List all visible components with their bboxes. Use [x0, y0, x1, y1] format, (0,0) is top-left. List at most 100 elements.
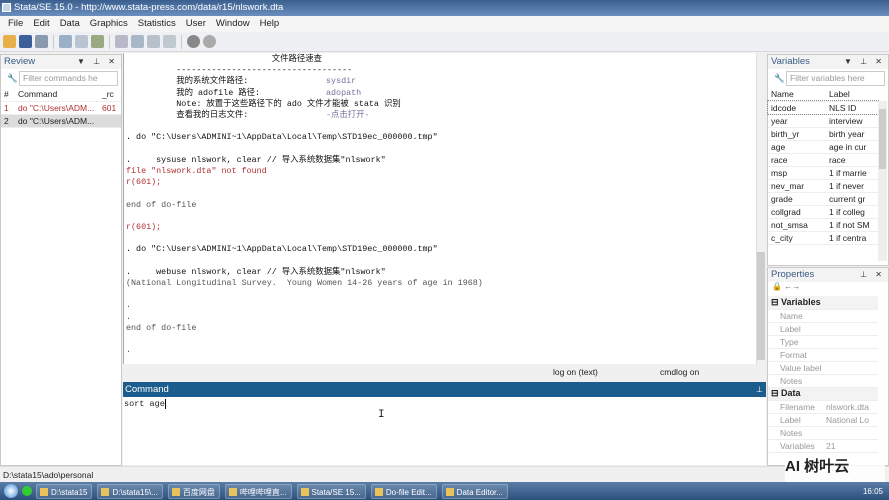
taskbar-item[interactable]: 哔哩哔哩直... — [224, 483, 292, 499]
data-browser-icon[interactable] — [147, 35, 160, 48]
variables-table: Name Label idcode NLS ID year interview birth… — [767, 88, 879, 245]
property-value — [823, 361, 878, 375]
menu-data[interactable]: Data — [55, 16, 85, 32]
col-num[interactable]: # — [1, 88, 15, 102]
link-value[interactable]: adopath — [326, 88, 361, 99]
row-command: do "C:\Users\ADM... — [15, 101, 99, 115]
variables-scrollbar[interactable] — [878, 101, 887, 261]
panel-controls[interactable]: ⊥ ✕ — [860, 268, 885, 282]
variables-panel: Variables ▼ ⊥ ✕ 🔧 Filter variables here Na… — [767, 54, 889, 266]
variable-row[interactable]: nev_mar 1 if never — [768, 179, 878, 193]
open-icon[interactable] — [3, 35, 16, 48]
variable-row[interactable]: collgrad 1 if colleg — [768, 205, 878, 219]
print-icon[interactable] — [35, 35, 48, 48]
forward-icon[interactable]: → — [792, 282, 800, 291]
menu-help[interactable]: Help — [255, 16, 285, 32]
col-label[interactable]: Label — [826, 88, 878, 102]
variables-filter-input[interactable]: 🔧 Filter variables here — [774, 71, 885, 86]
variable-name: birth_yr — [768, 127, 826, 141]
property-row[interactable]: Value label — [768, 361, 878, 375]
link-value[interactable]: -点击打开- — [326, 110, 370, 121]
wrench-icon[interactable]: 🔧 — [7, 72, 18, 85]
cmdlog-status[interactable]: cmdlog on — [660, 367, 699, 377]
lock-icon[interactable]: 🔒 — [772, 282, 782, 291]
property-row[interactable]: Name — [768, 309, 878, 323]
browser-icon[interactable] — [22, 486, 32, 496]
viewer-icon[interactable] — [75, 35, 88, 48]
panel-controls[interactable]: ▼ ⊥ ✕ — [77, 55, 118, 69]
property-row[interactable]: Type — [768, 335, 878, 349]
variable-row[interactable]: not_smsa 1 if not SM — [768, 218, 878, 232]
col-command[interactable]: Command — [15, 88, 99, 102]
menu-edit[interactable]: Edit — [28, 16, 54, 32]
property-row[interactable]: Label — [768, 322, 878, 336]
graph-icon[interactable] — [91, 35, 104, 48]
back-icon[interactable]: ← — [784, 282, 792, 291]
menu-user[interactable]: User — [181, 16, 211, 32]
taskbar: D:\stata15 D:\stata15\... 百度网盘 哔哩哔哩直... Stat… — [0, 482, 889, 500]
link-value[interactable]: sysdir — [326, 76, 356, 87]
properties-group-data[interactable]: ⊟ Data — [768, 387, 878, 401]
wrench-icon[interactable]: 🔧 — [774, 72, 785, 85]
collapse-icon[interactable]: ⊟ — [771, 297, 781, 307]
property-row[interactable]: Label National Lo — [768, 413, 878, 427]
variable-row[interactable]: grade current gr — [768, 192, 878, 206]
variable-row[interactable]: idcode NLS ID — [767, 100, 879, 115]
results-scroll-thumb[interactable] — [757, 252, 765, 360]
taskbar-item[interactable]: D:\stata15 — [36, 483, 93, 499]
taskbar-item[interactable]: Stata/SE 15... — [296, 483, 366, 499]
log-status[interactable]: log on (text) — [553, 367, 598, 377]
row-command: do "C:\Users\ADM... — [15, 114, 99, 128]
property-row[interactable]: Filename nlswork.dta — [768, 400, 878, 414]
menu-bar: File Edit Data Graphics Statistics User … — [0, 16, 889, 32]
line-text: . — [126, 300, 132, 311]
col-rc[interactable]: _rc — [99, 88, 121, 102]
menu-graphics[interactable]: Graphics — [85, 16, 133, 32]
variable-row[interactable]: age age in cur — [768, 140, 878, 154]
results-line: r(601); — [126, 177, 161, 188]
menu-statistics[interactable]: Statistics — [133, 16, 181, 32]
property-row[interactable]: Notes — [768, 426, 878, 440]
variable-row[interactable]: c_city 1 if centra — [768, 231, 878, 245]
panel-controls[interactable]: ▼ ⊥ ✕ — [844, 55, 885, 69]
command-input[interactable]: sort age​ I — [123, 397, 766, 465]
variables-manager-icon[interactable] — [163, 35, 176, 48]
break-icon[interactable] — [203, 35, 216, 48]
review-filter-input[interactable]: 🔧 Filter commands he — [7, 71, 118, 86]
results-line: 我的系统文件路径: sysdir — [126, 76, 356, 87]
scroll-thumb[interactable] — [879, 109, 886, 169]
variable-row[interactable]: birth_yr birth year — [768, 127, 878, 141]
review-row[interactable]: 1 do "C:\Users\ADM... 601 — [1, 101, 121, 115]
menu-file[interactable]: File — [3, 16, 28, 32]
variable-row[interactable]: race race — [768, 153, 878, 167]
do-file-editor-icon[interactable] — [115, 35, 128, 48]
variable-row[interactable]: year interview — [768, 114, 878, 128]
review-row[interactable]: 2 do "C:\Users\ADM... — [1, 114, 121, 128]
line-text: 我的系统文件路径: — [126, 76, 249, 87]
property-row[interactable]: Notes — [768, 374, 878, 388]
property-row[interactable]: Variables 21 — [768, 439, 878, 453]
variable-row[interactable]: msp 1 if marrie — [768, 166, 878, 180]
taskbar-item[interactable]: Do-file Edit... — [370, 483, 437, 499]
taskbar-item[interactable]: 百度网盘 — [167, 483, 220, 499]
log-icon[interactable] — [59, 35, 72, 48]
properties-title: Properties — [771, 269, 815, 280]
properties-group-variables[interactable]: ⊟ Variables — [768, 296, 878, 310]
results-line: 文件路径速查 — [126, 54, 322, 65]
variable-name: not_smsa — [768, 218, 826, 232]
collapse-icon[interactable]: ⊟ — [771, 388, 781, 398]
start-button[interactable] — [4, 484, 18, 498]
variable-label: 1 if centra — [826, 231, 878, 245]
group-title: Data — [781, 388, 801, 398]
more-icon[interactable] — [187, 35, 200, 48]
property-row[interactable]: Format — [768, 348, 878, 362]
menu-window[interactable]: Window — [211, 16, 255, 32]
property-value: National Lo — [823, 413, 878, 427]
properties-header: Properties ⊥ ✕ — [768, 268, 888, 282]
taskbar-item[interactable]: D:\stata15\... — [97, 483, 163, 499]
taskbar-item[interactable]: Data Editor... — [441, 483, 508, 499]
save-icon[interactable] — [19, 35, 32, 48]
pin-icon[interactable]: ⊥ — [756, 382, 763, 397]
data-editor-icon[interactable] — [131, 35, 144, 48]
col-name[interactable]: Name — [768, 88, 826, 102]
